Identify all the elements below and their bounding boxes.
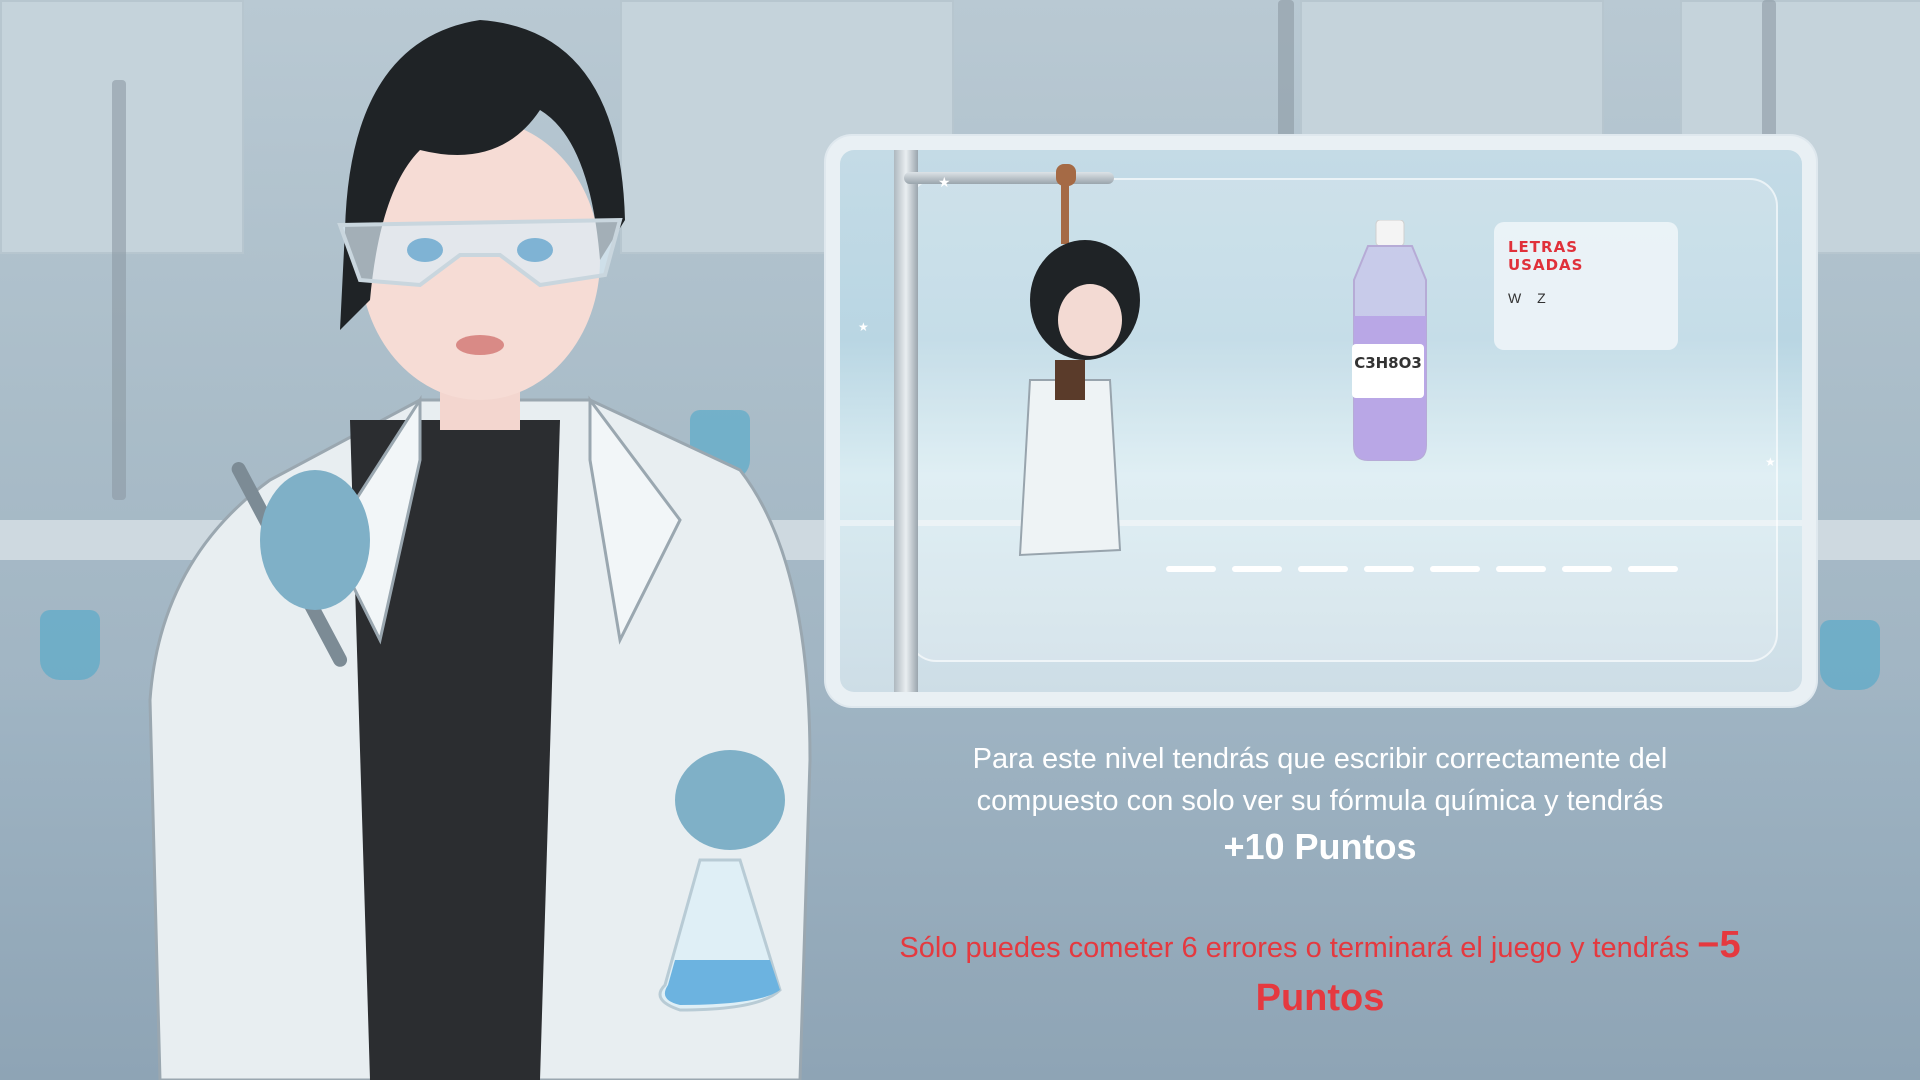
hanging-character <box>1018 164 1140 557</box>
glycerol-bottle-icon <box>1353 220 1427 461</box>
star-icon: ★ <box>938 174 951 190</box>
letters-used-panel: LETRAS USADAS W Z <box>1494 222 1678 350</box>
instructions-text: Para este nivel tendrás que escribir cor… <box>972 743 1668 817</box>
letter-blank <box>1166 566 1216 572</box>
penalty-value: −5 <box>1697 924 1741 966</box>
bg-flask <box>40 610 100 680</box>
penalty-unit: Puntos <box>1255 977 1385 1019</box>
star-icon: ★ <box>858 320 869 334</box>
warning-text: Sólo puedes cometer 6 errores o terminar… <box>820 920 1820 1026</box>
letter-blank <box>1562 566 1612 572</box>
letter-blank <box>1628 566 1678 572</box>
reward-points: +10 Puntos <box>1223 826 1417 867</box>
bottle-formula-label: C3H8O3 <box>1352 344 1424 398</box>
bg-flask <box>1820 620 1880 690</box>
lab-stand-icon <box>894 150 918 692</box>
letter-blank <box>1496 566 1546 572</box>
letters-used-title: LETRAS USADAS <box>1508 238 1584 274</box>
scientist-character <box>148 20 812 1080</box>
warning-message: Sólo puedes cometer 6 errores o terminar… <box>899 932 1690 964</box>
lab-pipe <box>1278 0 1294 140</box>
star-icon: ★ <box>1765 455 1776 469</box>
letter-blank <box>1364 566 1414 572</box>
letter-blank <box>1298 566 1348 572</box>
formula-text: C3H8O3 <box>1354 354 1422 372</box>
letter-blank <box>1430 566 1480 572</box>
letter-blank <box>1232 566 1282 572</box>
letters-used-list: W Z <box>1508 290 1552 306</box>
